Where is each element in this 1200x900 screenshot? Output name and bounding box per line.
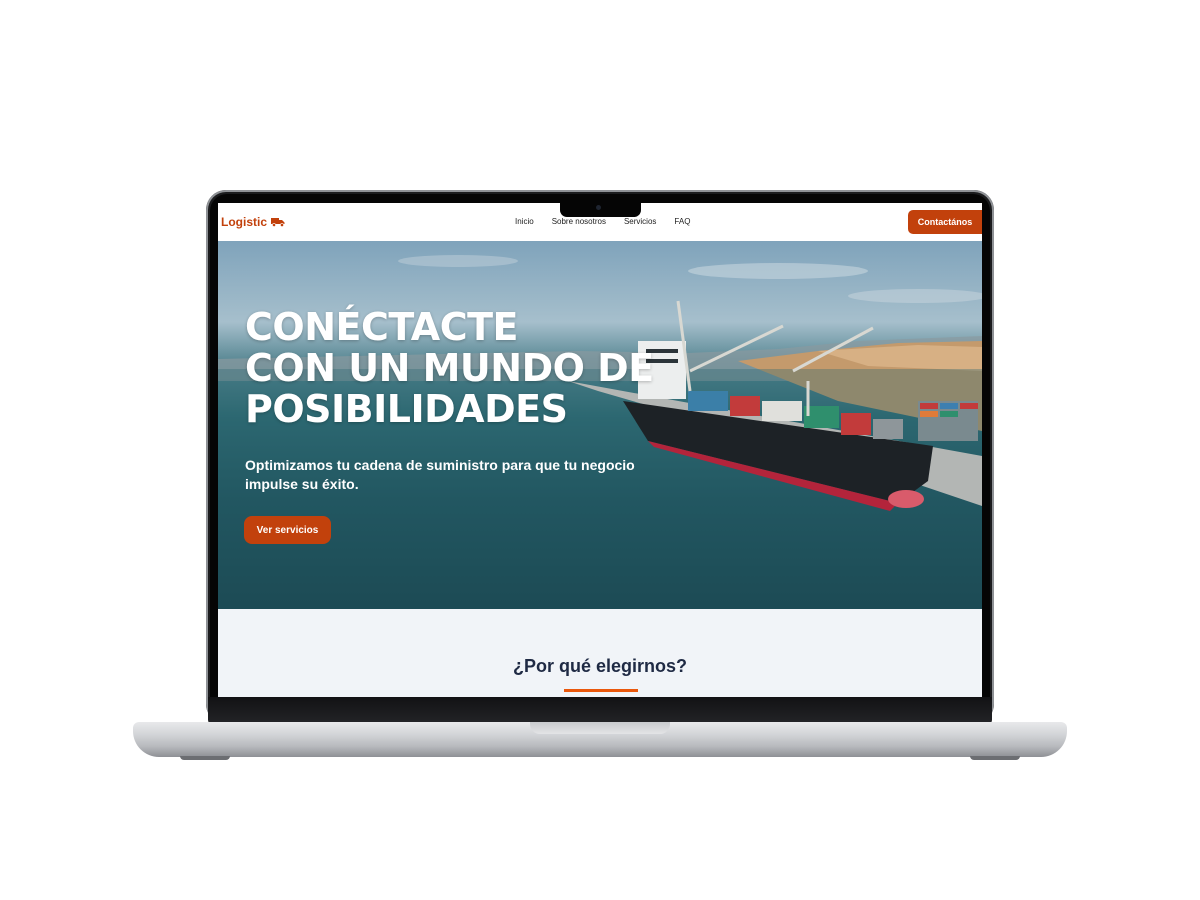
hero-title-line: POSIBILIDADES xyxy=(245,387,568,431)
laptop-bottom-bezel xyxy=(208,697,992,724)
hero-title: CONÉCTACTE CON UN MUNDO DE POSIBILIDADES xyxy=(245,307,654,430)
laptop-foot xyxy=(970,756,1020,760)
nav-link-faq[interactable]: FAQ xyxy=(674,217,690,226)
view-services-button[interactable]: Ver servicios xyxy=(244,516,331,544)
camera-notch xyxy=(560,203,641,217)
laptop-base xyxy=(133,722,1067,757)
laptop-screen: Logistic Inicio Sobre nosotros Servicios… xyxy=(218,203,982,697)
site-logo[interactable]: Logistic xyxy=(221,215,285,229)
logo-text: Logistic xyxy=(221,215,268,229)
section-title: ¿Por qué elegirnos? xyxy=(512,656,688,676)
nav-link-inicio[interactable]: Inicio xyxy=(515,217,534,226)
laptop-foot xyxy=(180,756,230,760)
main-menu: Inicio Sobre nosotros Servicios FAQ xyxy=(515,217,690,226)
nav-link-sobre-nosotros[interactable]: Sobre nosotros xyxy=(552,217,606,226)
laptop-opening-notch xyxy=(530,722,670,734)
hero-subtitle: Optimizamos tu cadena de suministro para… xyxy=(245,457,635,492)
camera-icon xyxy=(596,205,601,210)
hero-title-line: CON UN MUNDO DE xyxy=(245,346,654,390)
title-underline xyxy=(564,689,638,692)
why-choose-us-section: ¿Por qué elegirnos? xyxy=(218,609,982,697)
hero-section: CONÉCTACTE CON UN MUNDO DE POSIBILIDADES… xyxy=(218,241,982,609)
truck-icon xyxy=(271,218,285,227)
contact-button[interactable]: Contactános xyxy=(908,210,982,234)
hero-title-line: CONÉCTACTE xyxy=(245,305,518,349)
nav-link-servicios[interactable]: Servicios xyxy=(624,217,656,226)
